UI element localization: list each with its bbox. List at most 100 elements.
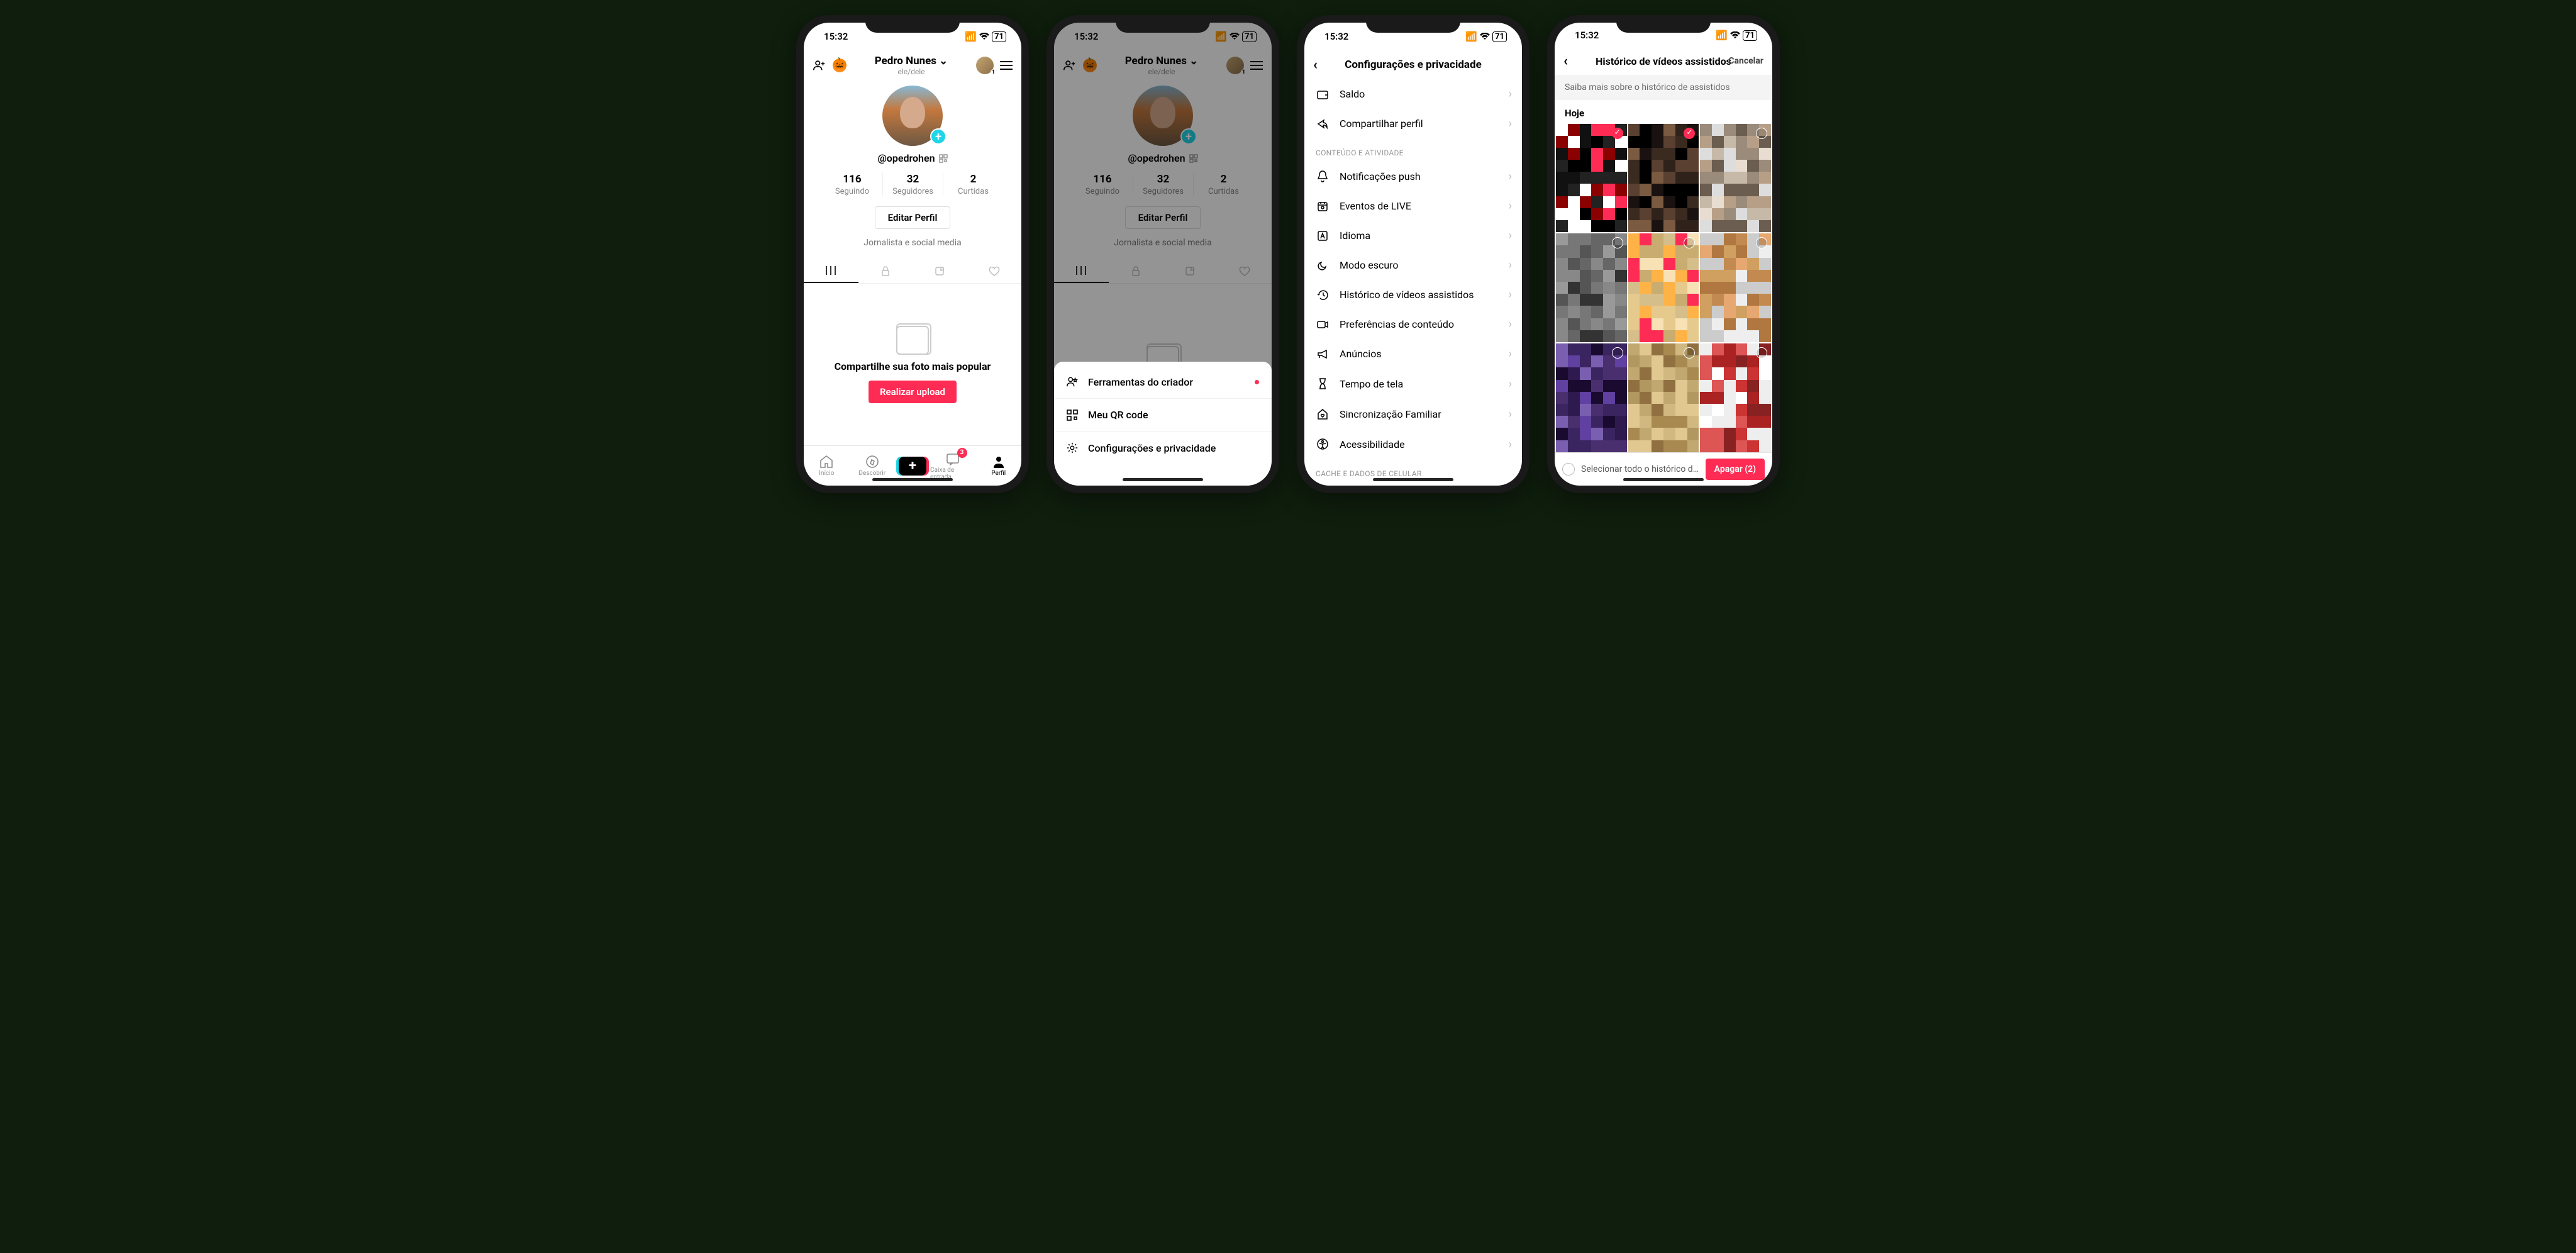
video-icon	[1316, 320, 1330, 330]
chevron-right-icon: ›	[1509, 318, 1512, 331]
tab-grid[interactable]	[804, 259, 858, 283]
signal-icon: 📶	[1465, 31, 1477, 42]
edit-profile-button[interactable]: Editar Perfil	[875, 206, 951, 229]
row-watch-history[interactable]: Histórico de vídeos assistidos›	[1304, 280, 1522, 309]
row-ads[interactable]: Anúncios›	[1304, 339, 1522, 369]
select-circle-checked[interactable]	[1612, 128, 1623, 139]
sheet-creator-tools[interactable]: Ferramentas do criador	[1054, 365, 1272, 398]
row-family[interactable]: Sincronização Familiar›	[1304, 399, 1522, 429]
nav-home[interactable]: Início	[804, 455, 850, 477]
sheet-qr[interactable]: Meu QR code	[1054, 398, 1272, 431]
row-label: Compartilhar perfil	[1340, 118, 1423, 130]
select-circle[interactable]	[1756, 128, 1767, 139]
nav-profile[interactable]: Perfil	[976, 455, 1022, 477]
pumpkin-icon[interactable]	[833, 58, 847, 72]
page-title: Histórico de vídeos assistidos	[1596, 55, 1731, 67]
info-banner[interactable]: Saiba mais sobre o histórico de assistid…	[1555, 75, 1772, 100]
settings-header: ‹ Configurações e privacidade	[1304, 50, 1522, 79]
stat-following[interactable]: 116Seguindo	[822, 173, 882, 196]
moon-icon	[1316, 260, 1330, 271]
row-label: Acessibilidade	[1340, 438, 1405, 450]
video-thumb[interactable]	[1628, 233, 1699, 342]
row-dark[interactable]: Modo escuro›	[1304, 250, 1522, 280]
row-label: Preferências de conteúdo	[1340, 318, 1454, 330]
row-label: Eventos de LIVE	[1340, 200, 1411, 212]
page-title: Configurações e privacidade	[1345, 58, 1482, 71]
history-icon	[1316, 289, 1330, 301]
row-screen-time[interactable]: Tempo de tela›	[1304, 369, 1522, 399]
select-circle[interactable]	[1612, 237, 1623, 248]
share-icon	[1316, 118, 1330, 130]
stat-likes[interactable]: 2Curtidas	[943, 173, 1003, 196]
delete-button[interactable]: Apagar (2)	[1706, 459, 1765, 480]
avatar-add-icon[interactable]: +	[930, 128, 947, 145]
accessibility-icon	[1316, 438, 1330, 450]
hourglass-icon	[1316, 377, 1330, 390]
back-icon[interactable]: ‹	[1563, 53, 1568, 69]
row-language[interactable]: Idioma›	[1304, 221, 1522, 250]
phone-history: 15:32 📶71 ‹ Histórico de vídeos assistid…	[1547, 15, 1780, 493]
video-thumb[interactable]	[1556, 343, 1627, 452]
video-thumb[interactable]	[1700, 124, 1771, 233]
select-all-radio[interactable]	[1562, 463, 1575, 476]
select-circle[interactable]	[1612, 347, 1623, 359]
pronoun: ele/dele	[875, 67, 948, 76]
phone-profile-sheet: 15:32 📶 71 Pedro Nunes⌄ ele/dele + @oped…	[1046, 15, 1279, 493]
chevron-down-icon: ⌄	[939, 55, 948, 67]
megaphone-icon	[1316, 349, 1330, 359]
tab-saved[interactable]	[913, 259, 967, 283]
creator-tools-icon	[1065, 376, 1079, 388]
select-circle[interactable]	[1756, 347, 1767, 359]
row-share[interactable]: Compartilhar perfil ›	[1304, 109, 1522, 138]
row-label: Modo escuro	[1340, 259, 1399, 271]
add-friend-icon[interactable]	[813, 58, 826, 72]
video-thumb[interactable]	[1628, 124, 1699, 233]
select-circle-checked[interactable]	[1684, 128, 1695, 139]
back-icon[interactable]: ‹	[1313, 57, 1318, 73]
sheet-item-label: Ferramentas do criador	[1088, 376, 1193, 388]
bio: Jornalista e social media	[804, 238, 1021, 248]
row-accessibility[interactable]: Acessibilidade›	[1304, 429, 1522, 459]
sheet-settings[interactable]: Configurações e privacidade	[1054, 431, 1272, 464]
video-grid	[1555, 124, 1772, 452]
status-time: 15:32	[1575, 30, 1599, 41]
account-switcher-avatar[interactable]	[976, 57, 994, 74]
content-tabs	[804, 259, 1021, 284]
battery-icon: 71	[992, 31, 1006, 42]
tab-private[interactable]	[858, 259, 913, 283]
video-thumb[interactable]	[1628, 343, 1699, 452]
status-time: 15:32	[1324, 31, 1348, 42]
nav-inbox[interactable]: 3 Caixa de entrada	[930, 452, 976, 481]
stat-followers[interactable]: 32Seguidores	[882, 173, 943, 196]
battery-icon: 71	[1492, 31, 1507, 42]
gear-icon	[1065, 442, 1079, 454]
section-content: CONTEÚDO E ATIVIDADE	[1304, 138, 1522, 161]
wifi-icon	[1730, 31, 1740, 39]
nav-create[interactable]: +	[899, 457, 926, 476]
inbox-badge: 3	[957, 448, 967, 458]
tab-liked[interactable]	[967, 259, 1022, 283]
select-all-label[interactable]: Selecionar todo o histórico de assis...	[1581, 464, 1699, 474]
video-thumb[interactable]	[1700, 233, 1771, 342]
video-thumb[interactable]	[1556, 124, 1627, 233]
language-icon	[1316, 230, 1330, 242]
nav-discover[interactable]: Descobrir	[850, 455, 896, 477]
video-thumb[interactable]	[1556, 233, 1627, 342]
menu-icon[interactable]	[1000, 61, 1013, 70]
profile-name-dropdown[interactable]: Pedro Nunes ⌄	[875, 55, 948, 67]
upload-button[interactable]: Realizar upload	[869, 381, 957, 403]
row-label: Anúncios	[1340, 348, 1382, 360]
qr-icon[interactable]	[939, 154, 948, 163]
row-content-pref[interactable]: Preferências de conteúdo ›	[1304, 309, 1522, 339]
row-push[interactable]: Notificações push›	[1304, 161, 1522, 191]
row-label: Sincronização Familiar	[1340, 408, 1441, 420]
action-sheet: Ferramentas do criador Meu QR code Confi…	[1054, 362, 1272, 486]
sheet-item-label: Meu QR code	[1088, 409, 1148, 421]
video-thumb[interactable]	[1700, 343, 1771, 452]
row-live[interactable]: Eventos de LIVE›	[1304, 191, 1522, 221]
qr-icon	[1065, 409, 1079, 421]
cancel-button[interactable]: Cancelar	[1728, 56, 1763, 66]
row-balance[interactable]: Saldo›	[1304, 79, 1522, 109]
home-indicator	[1123, 478, 1203, 481]
chevron-right-icon: ›	[1509, 117, 1512, 130]
